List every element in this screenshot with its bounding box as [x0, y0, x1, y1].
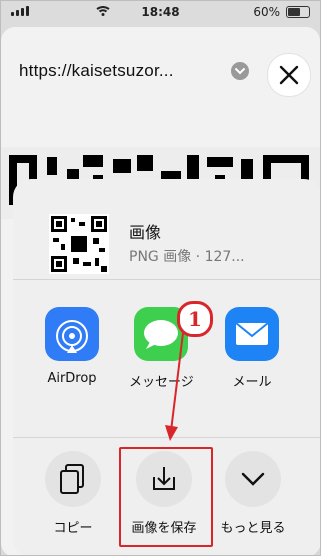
- url-text: https://kaisetsuzor...: [19, 61, 174, 80]
- battery-icon: [286, 6, 310, 18]
- battery-indicator: 60%: [253, 5, 310, 19]
- airdrop-icon: [45, 307, 99, 361]
- mail-app[interactable]: メール: [220, 307, 284, 390]
- share-title: 画像: [129, 223, 162, 242]
- close-icon: [279, 65, 299, 85]
- share-header: 画像 PNG 画像 · 127...: [13, 179, 320, 280]
- chevron-down-icon: [235, 68, 245, 75]
- airdrop-label: AirDrop: [47, 371, 97, 386]
- qr-thumbnail: [49, 214, 109, 274]
- save-image-highlight: [119, 447, 213, 547]
- mail-icon: [225, 307, 279, 361]
- more-label: もっと見る: [220, 521, 286, 536]
- close-button[interactable]: [267, 53, 311, 97]
- copy-label: コピー: [53, 521, 93, 536]
- battery-percent: 60%: [253, 5, 280, 19]
- url-dropdown-button[interactable]: [231, 62, 249, 80]
- copy-icon: [45, 451, 101, 507]
- airdrop-app[interactable]: AirDrop: [40, 307, 104, 386]
- mail-label: メール: [232, 375, 272, 390]
- step-number-badge: 1: [177, 301, 213, 337]
- share-subtitle: PNG 画像 · 127...: [129, 249, 245, 265]
- copy-action[interactable]: コピー: [33, 451, 113, 536]
- status-bar: 18:48 60%: [1, 1, 320, 23]
- phone-screen: 18:48 60% https://kaisetsuzor... 画像 PNG …: [0, 0, 321, 556]
- more-chevron-icon: [225, 451, 281, 507]
- annotation-arrow-icon: [165, 333, 184, 441]
- more-action[interactable]: もっと見る: [213, 451, 293, 536]
